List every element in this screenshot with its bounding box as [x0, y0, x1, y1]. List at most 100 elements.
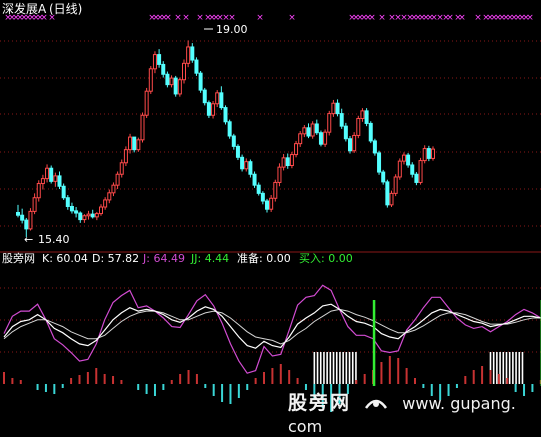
- candle: [389, 190, 394, 208]
- candle-body: [248, 161, 253, 175]
- price-grid: [0, 40, 541, 253]
- candle-body: [123, 149, 128, 164]
- candle: [36, 180, 41, 202]
- candle: [211, 101, 216, 119]
- d-line: [3, 308, 541, 345]
- candle-body: [219, 92, 224, 109]
- signal-marker: ×: [164, 13, 172, 23]
- candle-body: [265, 200, 269, 210]
- candle: [57, 171, 62, 189]
- candle-body: [173, 77, 178, 95]
- candle-body: [364, 110, 369, 124]
- candle: [356, 115, 361, 139]
- candle: [173, 75, 178, 97]
- candle: [86, 210, 91, 220]
- signal-marker: ×: [458, 13, 466, 23]
- candle-body: [211, 103, 216, 116]
- candle-body: [401, 154, 406, 162]
- candle: [265, 198, 269, 213]
- candle: [314, 119, 319, 135]
- candle-body: [318, 132, 323, 145]
- candle-body: [82, 215, 87, 221]
- candle: [53, 172, 58, 187]
- candle-body: [360, 110, 365, 120]
- candle-body: [298, 133, 303, 145]
- candle-body: [65, 197, 70, 207]
- candle: [339, 108, 344, 129]
- candle-body: [53, 175, 58, 182]
- candle: [16, 204, 20, 218]
- candle: [32, 193, 37, 215]
- candle: [256, 182, 261, 196]
- candle: [348, 136, 352, 154]
- candle: [298, 131, 303, 147]
- signal-marker: ×: [368, 13, 376, 23]
- candle-body: [426, 148, 431, 159]
- signal-marker: ×: [196, 13, 204, 23]
- candle: [277, 163, 282, 187]
- candle: [82, 214, 87, 223]
- candle: [136, 137, 141, 152]
- candle-body: [294, 143, 299, 156]
- candle: [194, 57, 199, 76]
- candle-body: [352, 134, 357, 152]
- candle: [152, 51, 157, 74]
- candle: [368, 121, 373, 144]
- candle: [285, 153, 290, 169]
- candle-body: [144, 90, 149, 116]
- candle: [94, 211, 99, 221]
- candle: [182, 59, 186, 84]
- candle-body: [227, 121, 232, 137]
- candle: [372, 138, 377, 156]
- candle-body: [136, 139, 141, 151]
- left-arrow-icon: ←: [24, 233, 33, 246]
- candle-body: [389, 192, 394, 206]
- candle-body: [277, 166, 282, 183]
- candle: [119, 159, 124, 178]
- candle-body: [194, 59, 199, 74]
- candle-body: [148, 68, 153, 92]
- candle: [103, 197, 108, 210]
- candle: [289, 151, 294, 169]
- signal-marker: ×: [228, 13, 236, 23]
- candle: [273, 179, 278, 202]
- candle-body: [215, 92, 220, 105]
- candle-body: [132, 136, 137, 151]
- candle-body: [202, 89, 207, 104]
- candle-body: [103, 199, 108, 208]
- candle-body: [69, 205, 74, 212]
- candle: [186, 40, 191, 68]
- candle-body: [240, 156, 245, 170]
- candle: [165, 71, 170, 88]
- candle-body: [128, 136, 133, 151]
- candle: [248, 159, 253, 178]
- candle-body: [385, 181, 390, 206]
- candle-body: [198, 72, 203, 91]
- candle: [45, 164, 50, 183]
- j-value: J: 64.49: [142, 252, 185, 265]
- candle-body: [49, 167, 54, 182]
- candle: [132, 136, 137, 153]
- candle-body: [36, 183, 41, 199]
- candle: [219, 86, 224, 110]
- candle-body: [368, 122, 373, 142]
- jj-value: JJ: 4.44: [190, 252, 229, 265]
- candle: [244, 158, 249, 172]
- candle: [414, 172, 419, 186]
- candle-body: [244, 161, 249, 170]
- candle-body: [418, 160, 423, 183]
- candle: [393, 174, 398, 197]
- indicator-name: 股旁网: [2, 251, 35, 265]
- candlestick-series: [16, 40, 435, 238]
- candle-body: [331, 102, 336, 115]
- signal-marker: ×: [446, 13, 454, 23]
- low-annotation: ← 15.40: [24, 233, 70, 246]
- candle-body: [327, 113, 332, 133]
- signal-marker: ×: [378, 13, 386, 23]
- candle: [426, 145, 431, 162]
- candle-body: [281, 157, 286, 168]
- candle-body: [260, 192, 265, 202]
- high-price-label: 19.00: [216, 23, 248, 36]
- candle: [410, 162, 415, 178]
- candle-body: [343, 125, 348, 140]
